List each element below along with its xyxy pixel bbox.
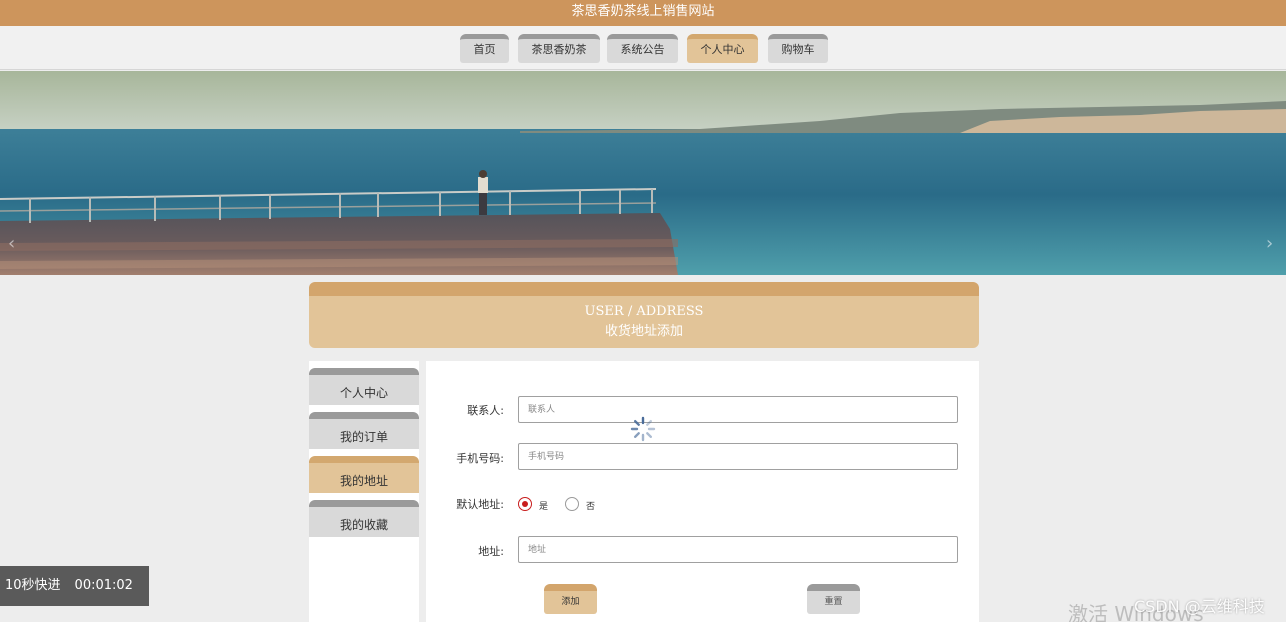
address-form: 联系人: 手机号码: 默认地址: 是 否 地址: 添加 重置 — [426, 361, 979, 622]
reset-button[interactable]: 重置 — [807, 584, 860, 614]
video-skip-overlay[interactable]: 10秒快进 00:01:02 — [0, 566, 149, 606]
nav-cart[interactable]: 购物车 — [768, 34, 828, 63]
nav-home[interactable]: 首页 — [460, 34, 509, 63]
contact-label: 联系人: — [467, 404, 504, 417]
site-title: 茶思香奶茶线上销售网站 — [571, 4, 715, 19]
sidebar-item-orders[interactable]: 我的订单 — [309, 412, 419, 449]
contact-input[interactable] — [518, 396, 958, 423]
section-title-en: USER / ADDRESS — [584, 304, 704, 319]
phone-label: 手机号码: — [456, 452, 504, 465]
main-nav: 首页 茶思香奶茶 系统公告 个人中心 购物车 — [0, 26, 1286, 70]
nav-milk-tea[interactable]: 茶思香奶茶 — [518, 34, 600, 63]
nav-personal-center[interactable]: 个人中心 — [687, 34, 758, 63]
address-label: 地址: — [478, 545, 504, 558]
sidebar-item-address[interactable]: 我的地址 — [309, 456, 419, 493]
default-no-radio[interactable] — [565, 497, 579, 511]
default-yes-label: 是 — [539, 502, 549, 512]
nav-announcements[interactable]: 系统公告 — [607, 34, 678, 63]
phone-input[interactable] — [518, 443, 958, 470]
banner-carousel[interactable]: ‹ › — [0, 71, 1286, 275]
sidebar-item-personal-center[interactable]: 个人中心 — [309, 368, 419, 405]
address-input[interactable] — [518, 536, 958, 563]
sidebar-item-favorites[interactable]: 我的收藏 — [309, 500, 419, 537]
default-yes-radio[interactable] — [518, 497, 532, 511]
chevron-left-icon[interactable]: ‹ — [8, 233, 15, 254]
banner-image — [0, 71, 1286, 275]
csdn-watermark: CSDN @云维科技 — [1134, 597, 1265, 616]
chevron-right-icon[interactable]: › — [1266, 233, 1273, 254]
sidebar: 个人中心 我的订单 我的地址 我的收藏 — [309, 361, 419, 622]
video-time: 00:01:02 — [74, 578, 133, 593]
add-button[interactable]: 添加 — [544, 584, 597, 614]
default-no-label: 否 — [586, 502, 596, 512]
section-title-cn: 收货地址添加 — [604, 324, 683, 339]
loading-spinner-icon — [630, 416, 656, 442]
skip-label[interactable]: 10秒快进 — [5, 578, 61, 593]
default-address-label: 默认地址: — [456, 498, 504, 511]
site-header: 茶思香奶茶线上销售网站 — [0, 0, 1286, 26]
section-title-box: USER / ADDRESS 收货地址添加 — [309, 282, 979, 348]
